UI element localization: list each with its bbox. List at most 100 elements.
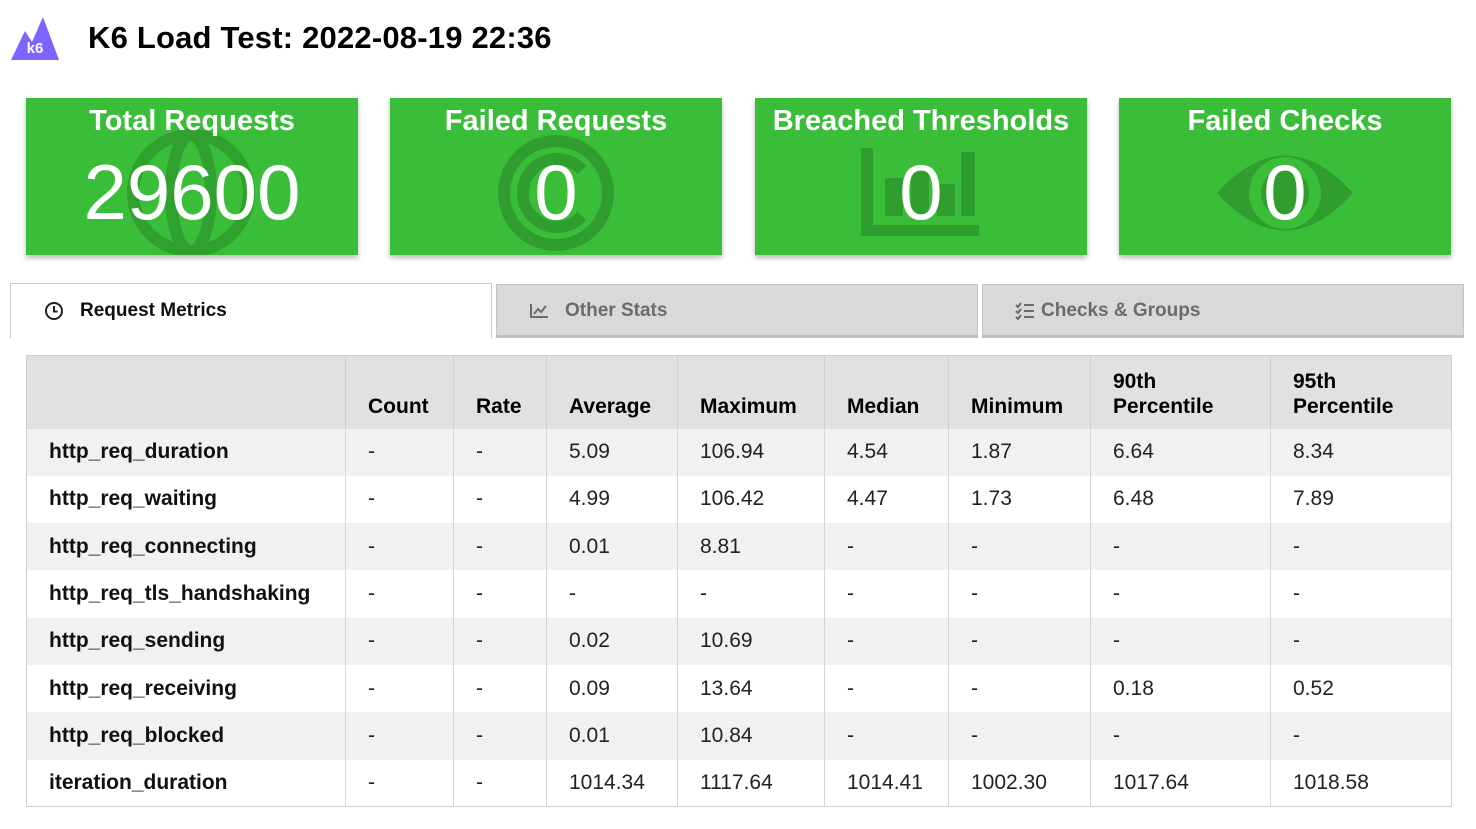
- tab-label: Checks & Groups: [1041, 300, 1201, 321]
- cell-p90: -: [1090, 712, 1271, 760]
- table-row: http_req_duration - -5.09 106.94 4.54 1.87 6.6…: [26, 428, 1452, 476]
- cell-minimum: -: [948, 664, 1091, 713]
- column-header-p95[interactable]: 95th Percentile: [1270, 355, 1452, 429]
- cell-maximum: 10.69: [677, 617, 825, 665]
- tab-bar: Request Metrics Other Stats Checks & Gro…: [10, 283, 1464, 340]
- column-header-average[interactable]: Average: [546, 355, 678, 429]
- cell-count: -: [345, 617, 454, 665]
- cell-p90: -: [1090, 570, 1271, 618]
- cell-median: -: [824, 712, 949, 760]
- cell-metric-name: iteration_duration: [26, 759, 346, 807]
- svg-text:k6: k6: [27, 40, 44, 57]
- tab-label: Other Stats: [565, 300, 668, 321]
- cell-p95: 1018.58: [1270, 759, 1452, 807]
- checklist-icon: [1015, 302, 1035, 320]
- cell-minimum: 1002.30: [948, 759, 1091, 807]
- cell-minimum: -: [948, 523, 1091, 571]
- cell-median: 4.47: [824, 475, 949, 524]
- cell-rate: -: [453, 570, 547, 618]
- cell-p95: -: [1270, 570, 1452, 618]
- card-title: Failed Checks: [1187, 105, 1383, 137]
- cell-p90: 6.64: [1090, 428, 1271, 476]
- cell-count: -: [345, 664, 454, 713]
- page-title: K6 Load Test: 2022-08-19 22:36: [88, 20, 552, 55]
- cell-rate: -: [453, 617, 547, 665]
- cell-rate: -: [453, 523, 547, 571]
- summary-cards: Total Requests 29600 Failed Requests 0 B…: [26, 98, 1451, 255]
- column-header-median[interactable]: Median: [824, 355, 949, 429]
- cell-minimum: -: [948, 570, 1091, 618]
- cell-metric-name: http_req_blocked: [26, 712, 346, 760]
- cell-average: 0.02: [546, 617, 678, 665]
- cell-average: 5.09: [546, 428, 678, 476]
- cell-average: 0.01: [546, 523, 678, 571]
- column-header-minimum[interactable]: Minimum: [948, 355, 1091, 429]
- tab-label: Request Metrics: [80, 300, 227, 321]
- card-value: 0: [1263, 148, 1307, 236]
- cell-median: -: [824, 664, 949, 713]
- cell-p95: -: [1270, 523, 1452, 571]
- cell-rate: -: [453, 664, 547, 713]
- tab-request-metrics[interactable]: Request Metrics: [10, 283, 492, 338]
- cell-metric-name: http_req_waiting: [26, 475, 346, 524]
- cell-metric-name: http_req_tls_handshaking: [26, 570, 346, 618]
- cell-average: 1014.34: [546, 759, 678, 807]
- cell-p95: 0.52: [1270, 664, 1452, 713]
- cell-maximum: -: [677, 570, 825, 618]
- cell-metric-name: http_req_connecting: [26, 523, 346, 571]
- tab-checks-groups[interactable]: Checks & Groups: [982, 284, 1464, 338]
- table-row: iteration_duration - -1014.34 1117.64 1014.4…: [26, 759, 1452, 807]
- cell-p90: 0.18: [1090, 664, 1271, 713]
- cell-metric-name: http_req_sending: [26, 617, 346, 665]
- cell-count: -: [345, 712, 454, 760]
- card-title: Total Requests: [89, 105, 295, 137]
- cell-minimum: -: [948, 712, 1091, 760]
- column-header-p90[interactable]: 90th Percentile: [1090, 355, 1271, 429]
- card-breached-thresholds: Breached Thresholds 0: [755, 98, 1087, 255]
- card-title: Failed Requests: [444, 105, 668, 137]
- page-header: k6 K6 Load Test: 2022-08-19 22:36: [10, 14, 552, 62]
- line-chart-icon: [529, 302, 549, 320]
- clock-icon: [44, 301, 64, 321]
- cell-median: -: [824, 617, 949, 665]
- column-header-rate[interactable]: Rate: [453, 355, 547, 429]
- card-value: 0: [534, 148, 578, 236]
- cell-count: -: [345, 570, 454, 618]
- cell-metric-name: http_req_receiving: [26, 664, 346, 713]
- k6-logo: k6: [10, 14, 60, 62]
- cell-p95: -: [1270, 712, 1452, 760]
- card-value: 0: [899, 148, 943, 236]
- card-value: 29600: [83, 148, 301, 236]
- cell-maximum: 106.94: [677, 428, 825, 476]
- table-row: http_req_blocked - -0.01 10.84- - - -: [26, 712, 1452, 760]
- cell-average: 4.99: [546, 475, 678, 524]
- cell-count: -: [345, 428, 454, 476]
- request-metrics-table: Count Rate Average Maximum Median Minimu…: [26, 355, 1452, 808]
- column-header-metric: [26, 355, 346, 429]
- cell-p95: 8.34: [1270, 428, 1452, 476]
- cell-rate: -: [453, 475, 547, 524]
- table-row: http_req_connecting - -0.01 8.81- - - -: [26, 523, 1452, 571]
- cell-minimum: -: [948, 617, 1091, 665]
- table-header-row: Count Rate Average Maximum Median Minimu…: [26, 355, 1452, 429]
- column-header-count[interactable]: Count: [345, 355, 454, 429]
- cell-p95: 7.89: [1270, 475, 1452, 524]
- cell-maximum: 13.64: [677, 664, 825, 713]
- cell-median: 4.54: [824, 428, 949, 476]
- cell-rate: -: [453, 428, 547, 476]
- cell-average: 0.09: [546, 664, 678, 713]
- table-row: http_req_waiting - -4.99 106.42 4.47 1.73 6.48…: [26, 475, 1452, 524]
- cell-metric-name: http_req_duration: [26, 428, 346, 476]
- cell-average: 0.01: [546, 712, 678, 760]
- column-header-maximum[interactable]: Maximum: [677, 355, 825, 429]
- cell-count: -: [345, 475, 454, 524]
- card-failed-requests: Failed Requests 0: [390, 98, 722, 255]
- cell-p90: -: [1090, 523, 1271, 571]
- tab-other-stats[interactable]: Other Stats: [496, 284, 978, 338]
- cell-median: -: [824, 523, 949, 571]
- cell-maximum: 106.42: [677, 475, 825, 524]
- cell-minimum: 1.87: [948, 428, 1091, 476]
- cell-p90: -: [1090, 617, 1271, 665]
- cell-minimum: 1.73: [948, 475, 1091, 524]
- table-row: http_req_tls_handshaking - - - - - - - -: [26, 570, 1452, 618]
